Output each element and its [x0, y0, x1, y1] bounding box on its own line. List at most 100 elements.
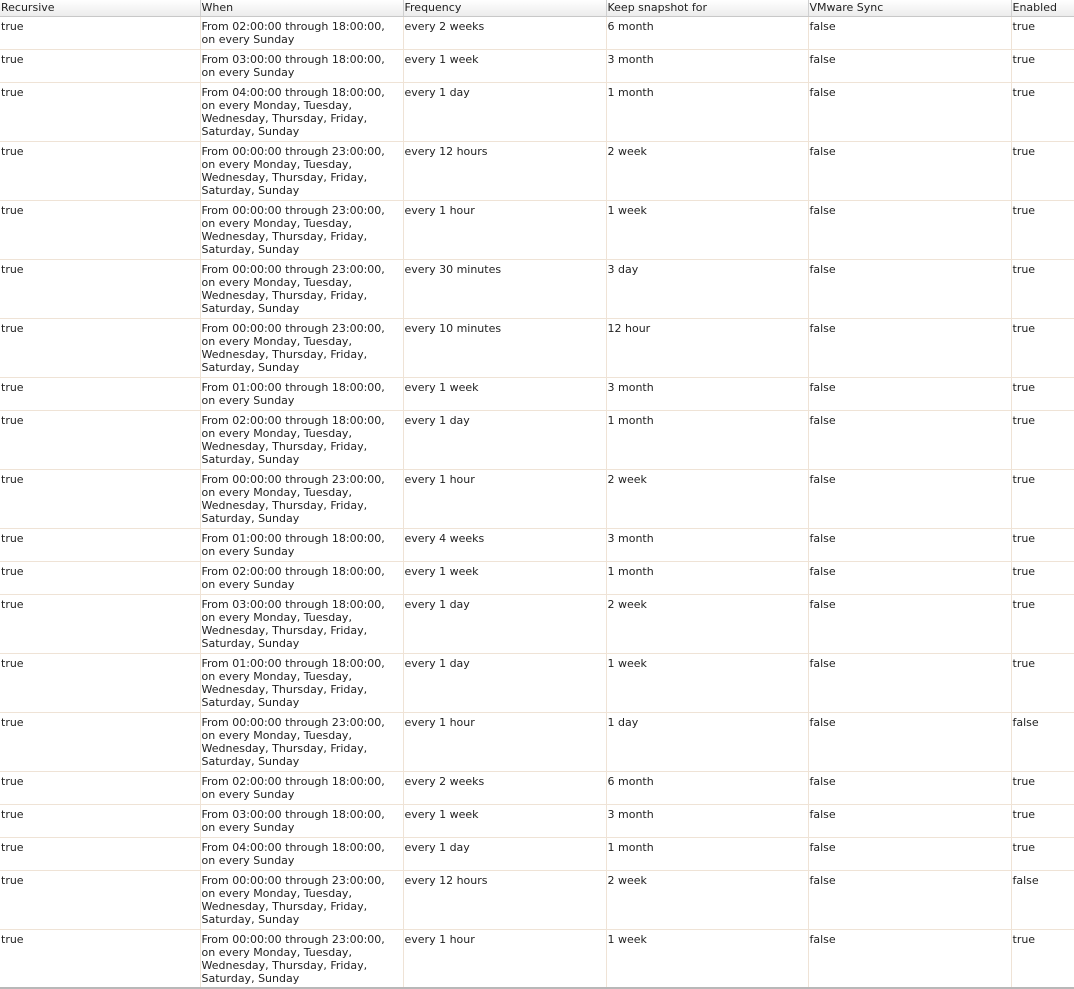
cell-vmware-sync: false	[808, 528, 1012, 562]
cell-when: From 00:00:00 through 23:00:00, on every…	[200, 929, 404, 987]
cell-keep-snapshot-for: 1 week	[606, 200, 809, 260]
cell-recursive: true	[0, 259, 201, 319]
cell-vmware-sync: false	[808, 594, 1012, 654]
cell-keep-snapshot-for: 3 month	[606, 528, 809, 562]
table-row[interactable]: true From 00:00:00 through 23:00:00, on e…	[0, 259, 1074, 319]
cell-when: From 02:00:00 through 18:00:00, on every…	[200, 410, 404, 470]
cell-recursive: true	[0, 410, 201, 470]
cell-recursive: true	[0, 594, 201, 654]
cell-frequency: every 4 weeks	[403, 528, 607, 562]
cell-keep-snapshot-for: 1 month	[606, 82, 809, 142]
cell-when: From 01:00:00 through 18:00:00, on every…	[200, 528, 404, 562]
cell-vmware-sync: false	[808, 318, 1012, 378]
table-row[interactable]: true From 03:00:00 through 18:00:00, on e…	[0, 49, 1074, 83]
cell-vmware-sync: false	[808, 561, 1012, 595]
cell-keep-snapshot-for: 2 week	[606, 594, 809, 654]
column-header-vmware-sync[interactable]: VMware Sync	[808, 0, 1012, 17]
cell-enabled: true	[1011, 653, 1074, 713]
cell-recursive: true	[0, 771, 201, 805]
cell-recursive: true	[0, 82, 201, 142]
cell-keep-snapshot-for: 2 week	[606, 469, 809, 529]
cell-frequency: every 30 minutes	[403, 259, 607, 319]
cell-keep-snapshot-for: 3 day	[606, 259, 809, 319]
cell-when: From 00:00:00 through 23:00:00, on every…	[200, 318, 404, 378]
cell-recursive: true	[0, 377, 201, 411]
cell-vmware-sync: false	[808, 771, 1012, 805]
cell-frequency: every 1 hour	[403, 929, 607, 987]
cell-frequency: every 2 weeks	[403, 16, 607, 50]
cell-when: From 00:00:00 through 23:00:00, on every…	[200, 200, 404, 260]
cell-when: From 00:00:00 through 23:00:00, on every…	[200, 870, 404, 930]
cell-frequency: every 2 weeks	[403, 771, 607, 805]
cell-vmware-sync: false	[808, 410, 1012, 470]
table-row[interactable]: true From 00:00:00 through 23:00:00, on e…	[0, 141, 1074, 201]
cell-recursive: true	[0, 804, 201, 838]
cell-when: From 04:00:00 through 18:00:00, on every…	[200, 837, 404, 871]
column-header-when[interactable]: When	[200, 0, 404, 17]
table-row[interactable]: true From 02:00:00 through 18:00:00, on e…	[0, 561, 1074, 595]
cell-frequency: every 1 day	[403, 653, 607, 713]
cell-enabled: true	[1011, 804, 1074, 838]
cell-when: From 01:00:00 through 18:00:00, on every…	[200, 653, 404, 713]
column-header-recursive[interactable]: Recursive	[0, 0, 201, 17]
snapshot-tasks-table: Recursive When Frequency Keep snapshot f…	[0, 0, 1074, 987]
cell-frequency: every 1 week	[403, 377, 607, 411]
cell-when: From 00:00:00 through 23:00:00, on every…	[200, 141, 404, 201]
cell-frequency: every 1 week	[403, 49, 607, 83]
cell-vmware-sync: false	[808, 259, 1012, 319]
cell-enabled: true	[1011, 49, 1074, 83]
cell-frequency: every 10 minutes	[403, 318, 607, 378]
table-row[interactable]: true From 00:00:00 through 23:00:00, on e…	[0, 200, 1074, 260]
table-row[interactable]: true From 04:00:00 through 18:00:00, on e…	[0, 837, 1074, 871]
cell-recursive: true	[0, 837, 201, 871]
cell-frequency: every 12 hours	[403, 141, 607, 201]
snapshot-tasks-grid: Recursive When Frequency Keep snapshot f…	[0, 0, 1074, 989]
cell-frequency: every 1 day	[403, 837, 607, 871]
table-row[interactable]: true From 00:00:00 through 23:00:00, on e…	[0, 469, 1074, 529]
cell-frequency: every 1 day	[403, 410, 607, 470]
cell-frequency: every 12 hours	[403, 870, 607, 930]
cell-recursive: true	[0, 528, 201, 562]
table-row[interactable]: true From 01:00:00 through 18:00:00, on e…	[0, 528, 1074, 562]
table-row[interactable]: true From 02:00:00 through 18:00:00, on e…	[0, 771, 1074, 805]
column-header-enabled[interactable]: Enabled	[1011, 0, 1074, 17]
table-row[interactable]: true From 00:00:00 through 23:00:00, on e…	[0, 870, 1074, 930]
cell-keep-snapshot-for: 6 month	[606, 771, 809, 805]
cell-when: From 03:00:00 through 18:00:00, on every…	[200, 594, 404, 654]
table-row[interactable]: true From 03:00:00 through 18:00:00, on e…	[0, 804, 1074, 838]
cell-enabled: true	[1011, 837, 1074, 871]
cell-vmware-sync: false	[808, 804, 1012, 838]
cell-recursive: true	[0, 469, 201, 529]
table-row[interactable]: true From 02:00:00 through 18:00:00, on e…	[0, 16, 1074, 50]
cell-enabled: true	[1011, 141, 1074, 201]
cell-recursive: true	[0, 16, 201, 50]
table-row[interactable]: true From 01:00:00 through 18:00:00, on e…	[0, 653, 1074, 713]
column-header-frequency[interactable]: Frequency	[403, 0, 607, 17]
cell-when: From 02:00:00 through 18:00:00, on every…	[200, 561, 404, 595]
header-row: Recursive When Frequency Keep snapshot f…	[0, 0, 1074, 17]
cell-vmware-sync: false	[808, 16, 1012, 50]
cell-frequency: every 1 day	[403, 82, 607, 142]
cell-keep-snapshot-for: 6 month	[606, 16, 809, 50]
cell-vmware-sync: false	[808, 469, 1012, 529]
table-row[interactable]: true From 04:00:00 through 18:00:00, on e…	[0, 82, 1074, 142]
table-row[interactable]: true From 00:00:00 through 23:00:00, on e…	[0, 712, 1074, 772]
table-row[interactable]: true From 00:00:00 through 23:00:00, on e…	[0, 929, 1074, 987]
table-body: true From 02:00:00 through 18:00:00, on e…	[0, 16, 1074, 987]
cell-frequency: every 1 week	[403, 561, 607, 595]
cell-vmware-sync: false	[808, 870, 1012, 930]
cell-keep-snapshot-for: 3 month	[606, 804, 809, 838]
cell-vmware-sync: false	[808, 712, 1012, 772]
cell-recursive: true	[0, 561, 201, 595]
cell-enabled: true	[1011, 561, 1074, 595]
cell-frequency: every 1 day	[403, 594, 607, 654]
cell-keep-snapshot-for: 1 week	[606, 653, 809, 713]
table-row[interactable]: true From 01:00:00 through 18:00:00, on e…	[0, 377, 1074, 411]
cell-frequency: every 1 hour	[403, 200, 607, 260]
table-row[interactable]: true From 03:00:00 through 18:00:00, on e…	[0, 594, 1074, 654]
cell-when: From 01:00:00 through 18:00:00, on every…	[200, 377, 404, 411]
cell-enabled: false	[1011, 712, 1074, 772]
table-row[interactable]: true From 02:00:00 through 18:00:00, on e…	[0, 410, 1074, 470]
table-row[interactable]: true From 00:00:00 through 23:00:00, on e…	[0, 318, 1074, 378]
column-header-keep-snapshot-for[interactable]: Keep snapshot for	[606, 0, 809, 17]
